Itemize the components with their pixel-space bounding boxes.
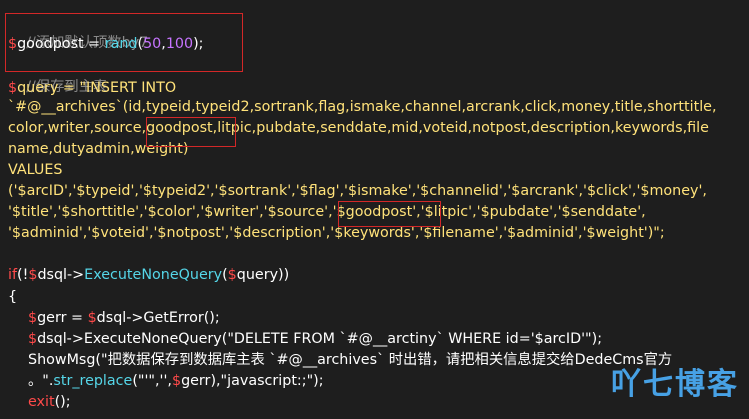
var-sigil: $ — [8, 80, 18, 96]
var-sigil: $ — [28, 310, 38, 326]
code-line-14: { — [8, 289, 18, 305]
code-line-6: color,writer,source,goodpost,litpic,pubd… — [8, 120, 709, 136]
watermark-logo: 吖七博客 — [611, 367, 739, 402]
code-line-18: 。".str_replace("'",'',$gerr),"javascript… — [28, 371, 324, 392]
code-line-5: `#@__archives`(id,typeid,typeid2,sortran… — [8, 99, 717, 115]
code-line-16: $dsql->ExecuteNoneQuery("DELETE FROM `#@… — [28, 329, 602, 350]
keyword: exit — [28, 394, 55, 410]
code-line-4: $query = "INSERT INTO — [8, 78, 176, 99]
var-sigil: $ — [28, 331, 38, 347]
function-name: ExecuteNoneQuery — [84, 267, 223, 283]
var-sigil: $ — [171, 373, 182, 389]
code-text: dsql-> — [37, 267, 85, 283]
keyword: if — [8, 267, 18, 283]
highlight-box-goodpost-value — [338, 201, 441, 227]
code-text: dsql->ExecuteNoneQuery("DELETE FROM `#@_… — [37, 331, 603, 347]
code-text: 。". — [28, 373, 54, 389]
highlight-box-goodpost-field — [146, 117, 236, 147]
code-text: (); — [54, 394, 71, 410]
function-name: str_replace — [53, 373, 133, 389]
code-text: ("'",'', — [132, 373, 172, 389]
code-line-15: $gerr = $dsql->GetError(); — [28, 308, 220, 329]
code-line-11: '$adminid','$voteid','$notpost','$descri… — [8, 225, 665, 241]
code-line-8: VALUES — [8, 162, 63, 178]
string-literal: query = "INSERT INTO — [17, 80, 177, 96]
var-sigil: $ — [227, 267, 237, 283]
code-text: query)) — [236, 267, 290, 283]
code-text: (! — [17, 267, 29, 283]
code-line-10: '$title','$shorttitle','$color','$writer… — [8, 204, 646, 220]
code-line-19: exit(); — [28, 392, 71, 413]
code-text: dsql->GetError(); — [96, 310, 220, 326]
code-text: gerr),"javascript:;"); — [181, 373, 324, 389]
code-line-17: ShowMsg("把数据保存到数据库主表 `#@__archives` 时出错，… — [28, 352, 673, 368]
code-editor: //添加默认顶数by7 $goodpost = rand(50,100); //… — [0, 0, 749, 419]
highlight-box-goodpost-rand — [5, 13, 243, 72]
code-line-9: ('$arcID','$typeid','$typeid2','$sortran… — [8, 183, 707, 199]
var-sigil: $ — [87, 310, 97, 326]
code-text: gerr = — [37, 310, 88, 326]
code-line-13: if(!$dsql->ExecuteNoneQuery($query)) — [8, 265, 289, 286]
